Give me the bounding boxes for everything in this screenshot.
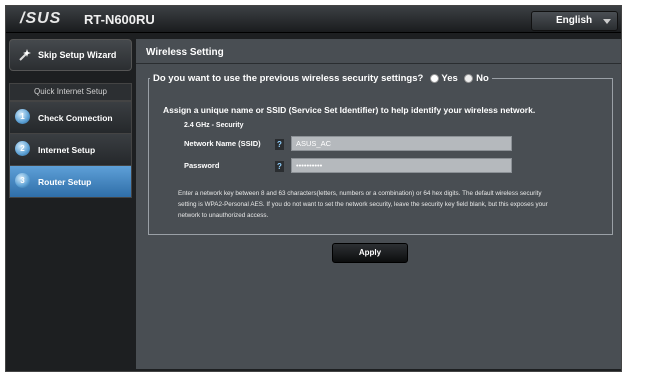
main-panel: Wireless Setting Do you want to use the … <box>136 39 621 369</box>
no-radio[interactable] <box>464 73 474 83</box>
step-number-icon: 2 <box>15 141 30 156</box>
band-security-label: 2.4 GHz - Security <box>184 122 244 129</box>
step-label: Internet Setup <box>38 145 96 155</box>
ssid-input[interactable]: ASUS_AC <box>291 136 512 151</box>
skip-setup-wizard-button[interactable]: Skip Setup Wizard <box>9 39 132 71</box>
model-name: RT-N600RU <box>84 12 155 27</box>
wizard-icon <box>19 49 31 61</box>
asus-logo: /SUS <box>20 10 62 27</box>
ssid-instructions: Assign a unique name or SSID (Service Se… <box>163 105 536 115</box>
page-title: Wireless Setting <box>146 47 224 58</box>
title-divider <box>136 63 621 64</box>
step-label: Check Connection <box>38 113 113 123</box>
ssid-label: Network Name (SSID) <box>184 139 261 148</box>
step-label: Router Setup <box>38 177 92 187</box>
step-number-icon: 3 <box>15 173 30 188</box>
quick-internet-setup-heading: Quick Internet Setup <box>9 83 132 101</box>
sidebar-step-router-setup[interactable]: 3 Router Setup <box>9 165 132 198</box>
sidebar: Skip Setup Wizard Quick Internet Setup 1… <box>9 39 132 364</box>
step-number-icon: 1 <box>15 109 30 124</box>
question-text: Do you want to use the previous wireless… <box>153 73 424 84</box>
sidebar-step-check-connection[interactable]: 1 Check Connection <box>9 101 132 134</box>
security-help-text: Enter a network key between 8 and 63 cha… <box>178 190 548 219</box>
security-question: Do you want to use the previous wireless… <box>150 73 492 84</box>
chevron-down-icon <box>603 19 611 24</box>
yes-label: Yes <box>441 73 458 84</box>
yes-radio[interactable] <box>429 73 439 83</box>
router-window: /SUS RT-N600RU English Skip Setup Wizard… <box>5 5 622 372</box>
apply-button[interactable]: Apply <box>332 243 408 263</box>
help-icon[interactable]: ? <box>275 139 284 150</box>
language-value: English <box>556 15 593 26</box>
help-icon[interactable]: ? <box>275 161 284 172</box>
skip-setup-label: Skip Setup Wizard <box>38 50 117 60</box>
password-label: Password <box>184 161 220 170</box>
sidebar-step-internet-setup[interactable]: 2 Internet Setup <box>9 133 132 166</box>
password-input[interactable]: •••••••••• <box>291 158 512 173</box>
top-header: /SUS RT-N600RU English <box>6 6 621 33</box>
no-label: No <box>476 73 489 84</box>
language-select[interactable]: English <box>531 11 618 31</box>
